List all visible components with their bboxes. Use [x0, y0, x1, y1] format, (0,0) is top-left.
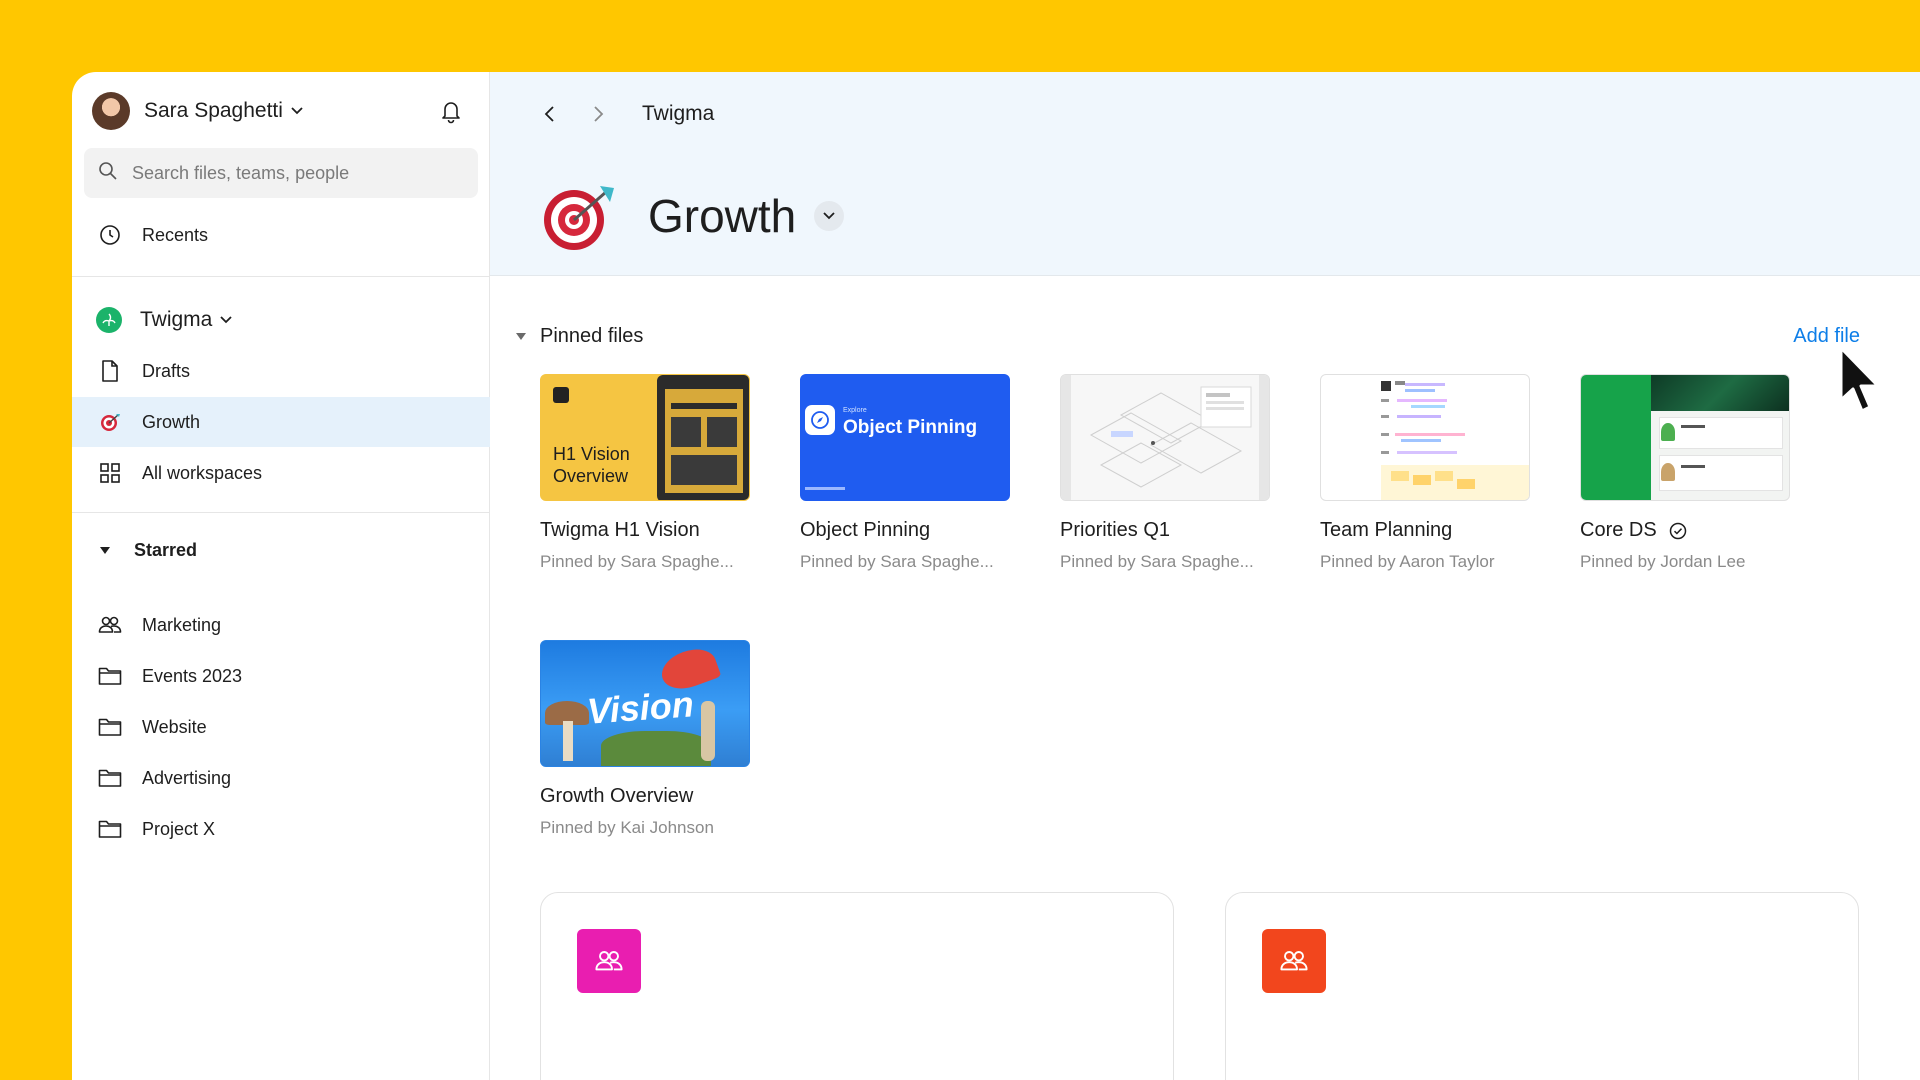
people-icon	[98, 613, 122, 637]
sidebar-item-label: Advertising	[142, 767, 232, 788]
file-pinned-by: Pinned by Jordan Lee	[1580, 552, 1746, 571]
file-title: Priorities Q1	[1060, 519, 1171, 541]
folder-icon	[98, 817, 122, 841]
file-title: Object Pinning	[800, 519, 931, 541]
folder-icon	[98, 664, 122, 688]
file-thumbnail	[1060, 374, 1270, 501]
sidebar-item-all-workspaces[interactable]: All workspaces	[72, 448, 490, 498]
breadcrumb: Twigma	[534, 94, 714, 134]
file-pinned-by: Pinned by Kai Johnson	[540, 818, 714, 837]
sidebar-item-label: Recents	[142, 224, 209, 245]
people-icon	[595, 951, 623, 971]
dart-icon	[540, 180, 618, 252]
thumbnail-text: H1 Vision Overview	[553, 444, 630, 486]
title-dropdown-button[interactable]	[814, 201, 845, 231]
sidebar-item-website[interactable]: Website	[72, 702, 490, 752]
sidebar-item-recents[interactable]: Recents	[72, 210, 490, 260]
divider	[72, 512, 490, 513]
file-thumbnail	[1580, 374, 1790, 501]
sidebar-item-label: Website	[142, 716, 207, 737]
file-card[interactable]: Explore Object Pinning Object Pinning Pi…	[800, 374, 1010, 572]
file-thumbnail: Vision	[540, 640, 750, 767]
file-title: Core DS	[1580, 519, 1790, 542]
account-menu[interactable]: Sara Spaghetti	[92, 90, 465, 132]
compass-icon	[805, 405, 835, 435]
dart-icon	[98, 410, 122, 434]
team-icon	[1262, 929, 1326, 993]
sidebar-item-label: Marketing	[142, 614, 222, 635]
mouse-cursor-icon	[1838, 346, 1882, 416]
caret-down-icon[interactable]	[516, 332, 526, 340]
app-window: Sara Spaghetti Recents Twig	[72, 72, 1920, 1080]
file-title: Growth Overview	[540, 785, 694, 807]
pinned-files-header: Pinned files Add file	[516, 318, 1860, 354]
file-title: Team Planning	[1320, 519, 1453, 541]
search-box[interactable]	[84, 148, 478, 198]
team-logo-icon	[96, 307, 122, 333]
sidebar-item-label: All workspaces	[142, 462, 263, 483]
file-card[interactable]: Priorities Q1 Pinned by Sara Spaghe...	[1060, 374, 1270, 572]
file-card[interactable]: Core DS Pinned by Jordan Lee	[1580, 374, 1790, 572]
verified-check-icon	[1669, 522, 1687, 540]
file-card[interactable]: H1 Vision Overview Twigma H1 Vision Pinn…	[540, 374, 750, 572]
people-icon	[1280, 951, 1308, 971]
breadcrumb-team[interactable]: Twigma	[642, 102, 714, 126]
user-name: Sara Spaghetti	[144, 99, 283, 122]
starred-label: Starred	[134, 539, 198, 560]
file-pinned-by: Pinned by Sara Spaghe...	[800, 552, 994, 571]
sidebar-item-label: Events 2023	[142, 665, 243, 686]
title-row: Growth	[540, 176, 845, 256]
chevron-down-icon	[220, 313, 234, 327]
sidebar-item-growth[interactable]: Growth	[72, 397, 490, 447]
search-input[interactable]	[132, 162, 452, 184]
file-title: Twigma H1 Vision	[540, 519, 700, 541]
file-pinned-by: Pinned by Sara Spaghe...	[1060, 552, 1254, 571]
file-thumbnail: Explore Object Pinning	[800, 374, 1010, 501]
thumbnail-text: Object Pinning	[843, 417, 978, 438]
sidebar-item-label: Project X	[142, 818, 216, 839]
sidebar-item-label: Drafts	[142, 360, 191, 381]
add-file-link[interactable]: Add file	[1793, 325, 1860, 348]
main-content: Twigma Growth Pinned files Add file H1 V…	[490, 72, 1920, 1080]
search-icon	[98, 161, 118, 186]
team-card[interactable]	[1225, 892, 1859, 1080]
folder-icon	[98, 766, 122, 790]
sidebar-item-marketing[interactable]: Marketing	[72, 600, 490, 650]
back-arrow-icon[interactable]	[534, 99, 564, 129]
thumbnail-kicker: Explore	[843, 407, 867, 414]
grid-icon	[98, 461, 122, 485]
sidebar-item-drafts[interactable]: Drafts	[72, 346, 490, 396]
page-header: Twigma Growth	[490, 72, 1920, 276]
section-title: Pinned files	[540, 324, 644, 347]
sidebar-item-label: Growth	[142, 411, 201, 432]
sidebar-item-events-2023[interactable]: Events 2023	[72, 651, 490, 701]
file-thumbnail: H1 Vision Overview	[540, 374, 750, 501]
clock-icon	[98, 223, 122, 247]
team-card[interactable]	[540, 892, 1174, 1080]
divider	[72, 276, 490, 277]
sidebar-item-project-x[interactable]: Project X	[72, 804, 490, 854]
caret-down-icon	[100, 546, 110, 554]
sidebar-item-advertising[interactable]: Advertising	[72, 753, 490, 803]
file-pinned-by: Pinned by Sara Spaghe...	[540, 552, 734, 571]
forward-arrow-icon[interactable]	[584, 99, 614, 129]
chevron-down-icon	[291, 104, 305, 118]
starred-section-toggle[interactable]: Starred	[100, 530, 197, 570]
bell-icon[interactable]	[437, 97, 465, 125]
file-icon	[98, 359, 122, 383]
chevron-down-icon	[823, 212, 835, 220]
file-pinned-by: Pinned by Aaron Taylor	[1320, 552, 1495, 571]
file-thumbnail	[1320, 374, 1530, 501]
team-name: Twigma	[140, 308, 213, 331]
page-title: Growth	[648, 190, 797, 242]
file-card[interactable]: Vision Growth Overview Pinned by Kai Joh…	[540, 640, 750, 838]
thumbnail-text: Vision	[585, 683, 695, 732]
folder-icon	[98, 715, 122, 739]
team-switcher[interactable]: Twigma	[96, 298, 234, 342]
file-title-text: Core DS	[1580, 519, 1657, 541]
sidebar: Sara Spaghetti Recents Twig	[72, 72, 490, 1080]
file-card[interactable]: Team Planning Pinned by Aaron Taylor	[1320, 374, 1530, 572]
avatar	[92, 92, 130, 130]
team-icon	[577, 929, 641, 993]
